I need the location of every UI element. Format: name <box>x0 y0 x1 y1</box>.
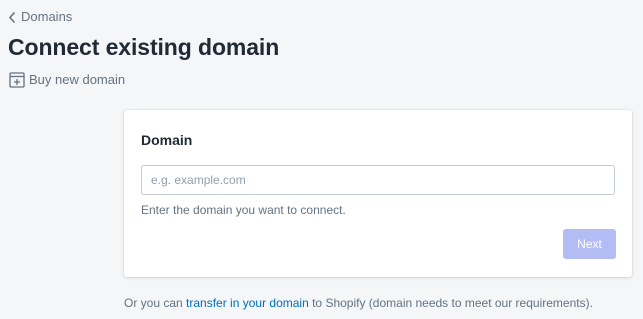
breadcrumb-label: Domains <box>21 9 73 24</box>
domain-input[interactable] <box>141 165 615 195</box>
breadcrumb-domains[interactable]: Domains <box>8 9 72 25</box>
transfer-footer-text: Or you can transfer in your domain to Sh… <box>124 295 593 311</box>
buy-new-domain-label: Buy new domain <box>29 72 126 87</box>
footer-prefix: Or you can <box>124 296 187 310</box>
transfer-domain-link[interactable]: transfer in your domain <box>186 296 309 310</box>
footer-suffix: to Shopify (domain needs to meet our req… <box>308 296 593 310</box>
card-title: Domain <box>141 132 193 148</box>
page-title: Connect existing domain <box>8 34 280 60</box>
buy-new-domain-button[interactable]: Buy new domain <box>9 72 125 88</box>
chevron-left-icon <box>8 11 16 23</box>
domain-help-text: Enter the domain you want to connect. <box>141 203 346 217</box>
buy-domain-icon <box>9 72 25 88</box>
domain-card: Domain Enter the domain you want to conn… <box>124 110 632 277</box>
next-button[interactable]: Next <box>563 229 616 259</box>
